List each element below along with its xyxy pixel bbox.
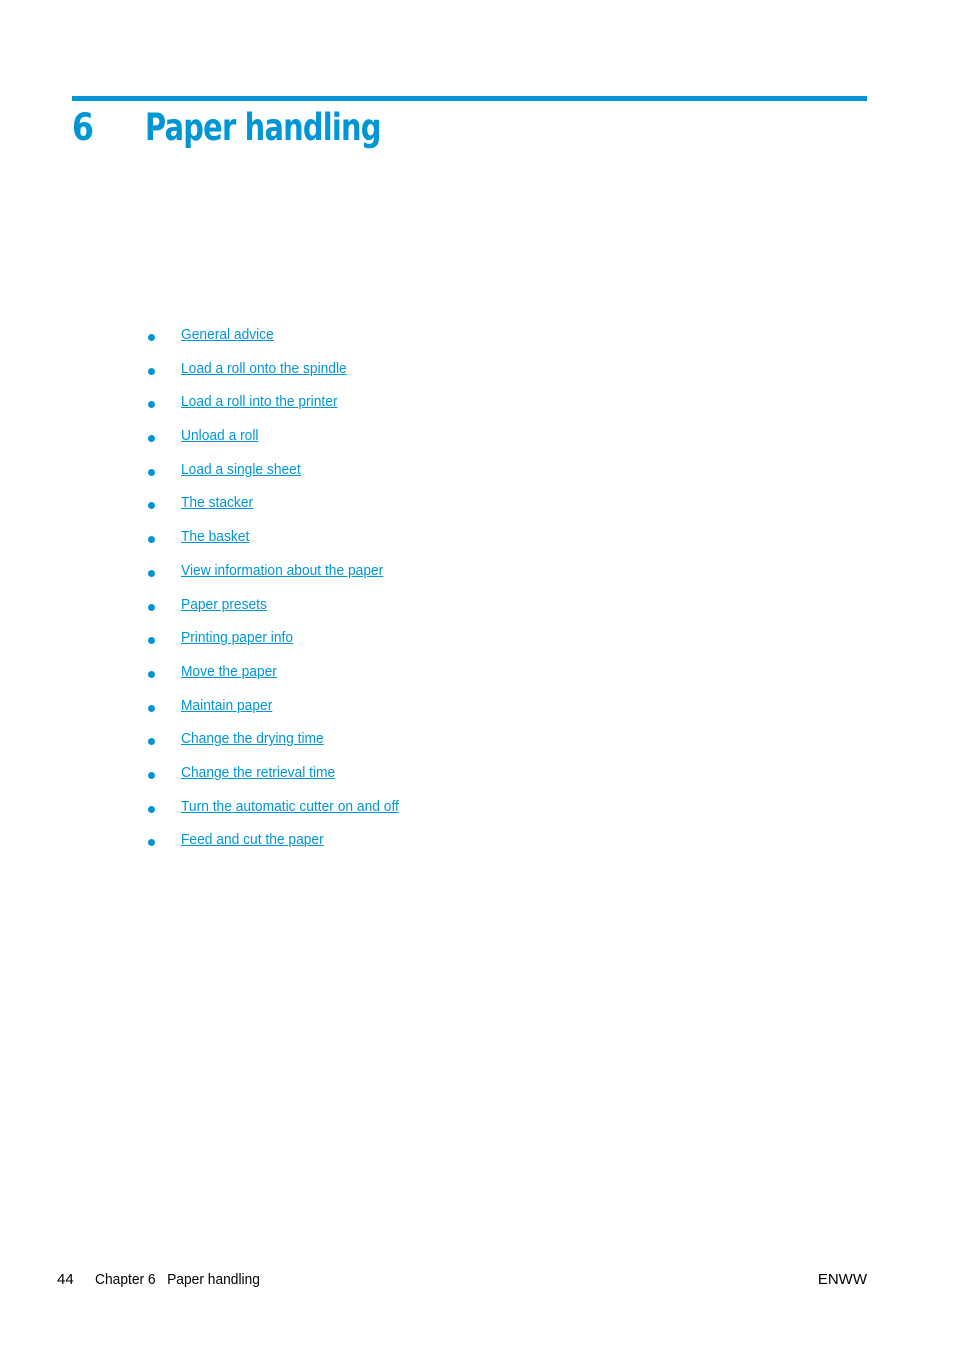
toc-link-drying-time[interactable]: Change the drying time xyxy=(181,730,324,747)
toc-link-basket[interactable]: The basket xyxy=(181,528,249,545)
toc-link-maintain-paper[interactable]: Maintain paper xyxy=(181,697,272,714)
toc-link-retrieval-time[interactable]: Change the retrieval time xyxy=(181,764,335,781)
bullet-icon xyxy=(148,468,155,476)
page-number: 44 xyxy=(57,1271,74,1288)
chapter-title: Paper handling xyxy=(145,106,381,149)
bullet-icon xyxy=(148,603,155,611)
bullet-icon xyxy=(148,738,155,746)
toc-link-load-roll-printer[interactable]: Load a roll into the printer xyxy=(181,393,338,410)
toc-link-move-paper[interactable]: Move the paper xyxy=(181,663,277,680)
bullet-icon xyxy=(148,334,155,341)
toc-link-load-single-sheet[interactable]: Load a single sheet xyxy=(181,461,301,478)
bullet-icon xyxy=(148,839,155,847)
bullet-icon xyxy=(148,569,155,577)
bullet-icon xyxy=(148,401,155,409)
toc-link-unload-roll[interactable]: Unload a roll xyxy=(181,427,258,444)
toc-link-view-paper-info[interactable]: View information about the paper xyxy=(181,562,383,579)
chapter-number: 6 xyxy=(72,106,94,149)
toc-link-printing-paper-info[interactable]: Printing paper info xyxy=(181,629,293,646)
footer-chapter-reference: Chapter 6 Paper handling xyxy=(95,1271,260,1288)
bullet-icon xyxy=(148,805,155,813)
toc-link-general-advice[interactable]: General advice xyxy=(181,326,274,343)
footer-locale-code: ENWW xyxy=(817,1271,867,1288)
toc-link-feed-cut-paper[interactable]: Feed and cut the paper xyxy=(181,831,324,848)
toc-link-stacker[interactable]: The stacker xyxy=(181,494,253,511)
toc-link-automatic-cutter[interactable]: Turn the automatic cutter on and off xyxy=(181,798,399,815)
bullet-icon xyxy=(148,435,155,443)
bullet-icon xyxy=(148,536,155,544)
toc-link-load-roll-spindle[interactable]: Load a roll onto the spindle xyxy=(181,360,347,377)
bullet-icon xyxy=(148,704,155,712)
bullet-icon xyxy=(148,670,155,678)
bullet-icon xyxy=(148,637,155,645)
bullet-icon xyxy=(148,771,155,779)
bullet-icon xyxy=(148,502,155,510)
bullet-icon xyxy=(148,367,155,375)
toc-link-paper-presets[interactable]: Paper presets xyxy=(181,596,267,613)
chapter-header-rule xyxy=(72,96,867,101)
